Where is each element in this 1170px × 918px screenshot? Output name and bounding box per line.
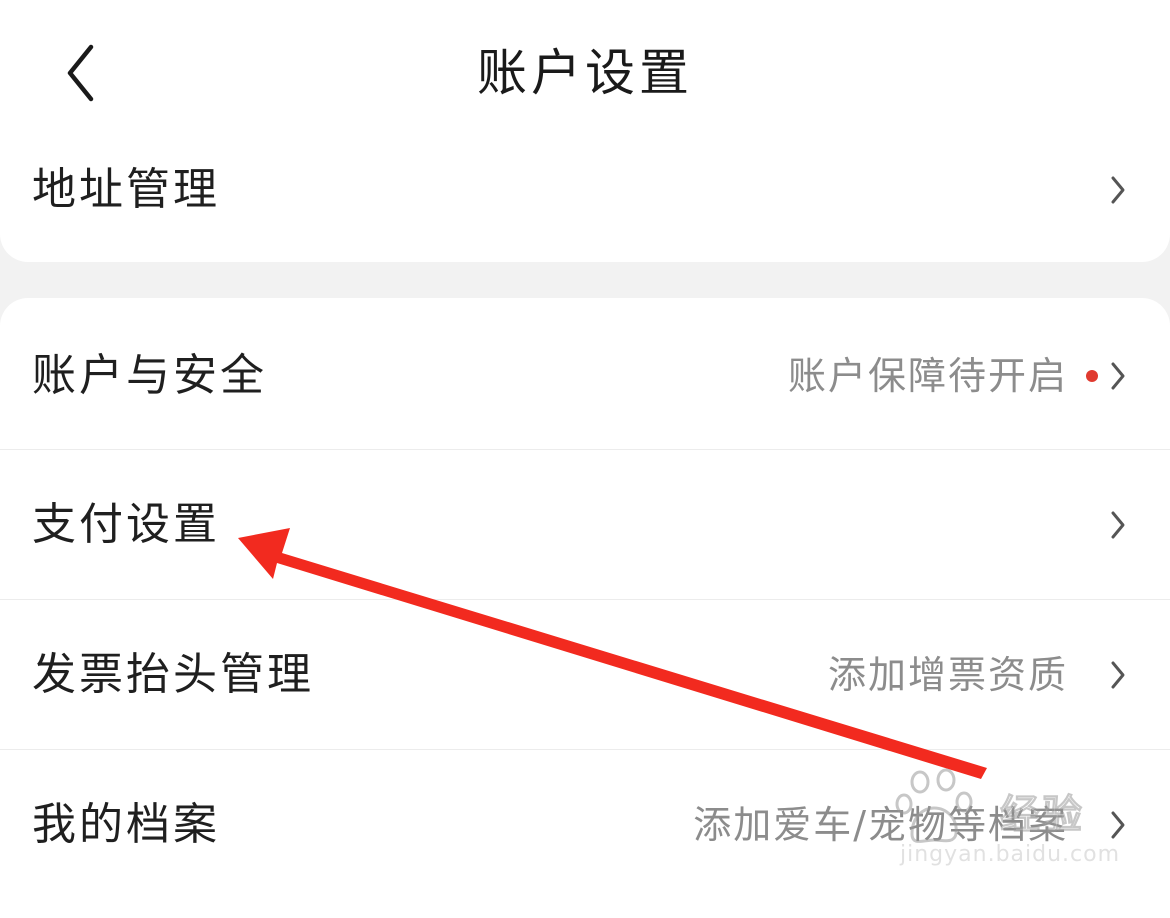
row-my-profile[interactable]: 我的档案 添加爱车/宠物等档案 xyxy=(0,750,1170,900)
notification-dot xyxy=(1086,370,1098,382)
row-address-management[interactable]: 地址管理 xyxy=(0,115,1170,265)
row-account-security[interactable]: 账户与安全 账户保障待开启 xyxy=(0,301,1170,451)
page-title: 账户设置 xyxy=(477,44,693,102)
address-card: 地址管理 xyxy=(0,110,1170,262)
row-label: 发票抬头管理 xyxy=(32,649,314,700)
chevron-right-icon xyxy=(1111,362,1125,390)
row-value: 添加爱车/宠物等档案 xyxy=(693,803,1068,847)
row-label: 支付设置 xyxy=(32,499,220,550)
row-value: 添加增票资质 xyxy=(827,653,1068,697)
chevron-right-icon xyxy=(1111,176,1125,204)
chevron-right-icon xyxy=(1111,661,1125,689)
chevron-right-icon xyxy=(1111,511,1125,539)
row-invoice-header[interactable]: 发票抬头管理 添加增票资质 xyxy=(0,600,1170,750)
row-label: 地址管理 xyxy=(32,164,220,215)
row-label: 我的档案 xyxy=(32,799,220,850)
settings-card: 账户与安全 账户保障待开启 支付设置 发票抬头管理 添加增票资质 我的档案 添加… xyxy=(0,298,1170,918)
row-value: 账户保障待开启 xyxy=(787,354,1068,398)
chevron-right-icon xyxy=(1111,811,1125,839)
row-payment-settings[interactable]: 支付设置 xyxy=(0,450,1170,600)
row-label: 账户与安全 xyxy=(32,350,267,401)
